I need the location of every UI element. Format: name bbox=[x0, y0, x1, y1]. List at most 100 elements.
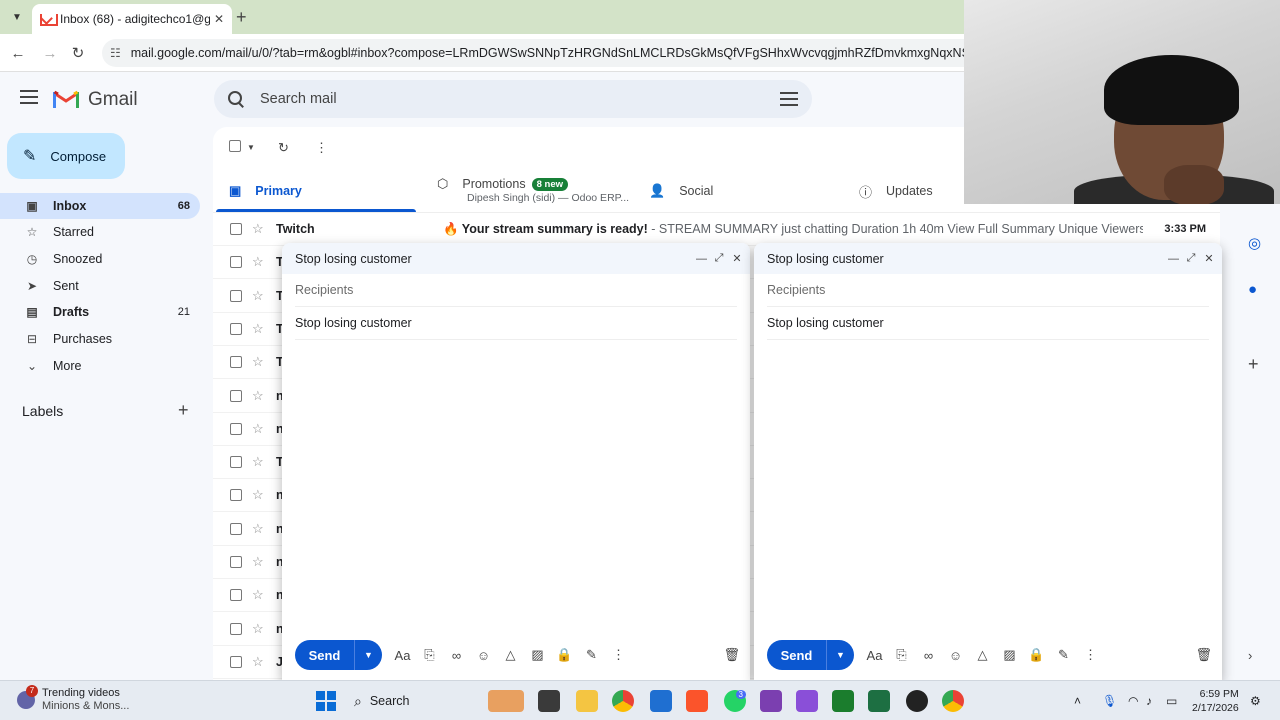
drive-icon[interactable]: △ bbox=[974, 647, 991, 663]
row-checkbox[interactable] bbox=[230, 256, 242, 269]
star-icon[interactable]: ☆ bbox=[252, 554, 264, 570]
row-checkbox[interactable] bbox=[230, 322, 242, 335]
row-checkbox[interactable] bbox=[230, 489, 242, 502]
formatting-icon[interactable]: Aa bbox=[394, 648, 411, 663]
reload-icon[interactable]: ↻ bbox=[68, 43, 88, 63]
back-icon[interactable]: ← bbox=[8, 43, 28, 63]
more-options-icon[interactable]: ⋮ bbox=[610, 647, 627, 663]
star-icon[interactable]: ☆ bbox=[252, 621, 264, 637]
file-explorer-dark-icon[interactable] bbox=[538, 690, 560, 712]
close-tab-icon[interactable]: ✕ bbox=[214, 12, 224, 26]
microphone-icon[interactable]: 🎙 bbox=[1102, 694, 1117, 708]
signature-icon[interactable]: ✎ bbox=[583, 647, 600, 663]
row-checkbox[interactable] bbox=[230, 389, 242, 402]
recipients-field[interactable]: Recipients bbox=[767, 274, 1209, 307]
create-label-icon[interactable]: + bbox=[178, 400, 189, 421]
row-checkbox[interactable] bbox=[230, 289, 242, 302]
search-options-icon[interactable] bbox=[780, 92, 798, 106]
more-options-icon[interactable]: ⋮ bbox=[1082, 647, 1099, 663]
clipchamp-icon[interactable] bbox=[796, 690, 818, 712]
link-icon[interactable]: ∞ bbox=[448, 648, 465, 663]
obs-icon[interactable] bbox=[906, 690, 928, 712]
close-icon[interactable]: ✕ bbox=[732, 252, 742, 265]
schedule-send-icon[interactable]: ▼ bbox=[354, 640, 382, 670]
send-button[interactable]: Send bbox=[295, 640, 354, 670]
tasks-icon[interactable]: ◎ bbox=[1248, 234, 1261, 252]
attach-icon[interactable]: ⎘ bbox=[421, 647, 438, 663]
compose-button[interactable]: ✎ Compose bbox=[7, 133, 125, 179]
star-icon[interactable]: ☆ bbox=[252, 288, 264, 304]
star-icon[interactable]: ☆ bbox=[252, 254, 264, 270]
more-vert-icon[interactable]: ⋮ bbox=[315, 140, 328, 156]
tray-overflow-icon[interactable]: ˄ bbox=[1074, 694, 1081, 708]
chrome-icon[interactable] bbox=[612, 690, 634, 712]
sidebar-item-more[interactable]: ⌄ More bbox=[0, 353, 200, 379]
folder-icon[interactable] bbox=[576, 690, 598, 712]
email-row[interactable]: ☆ Twitch 🔥 Your stream summary is ready! -… bbox=[213, 213, 1220, 246]
search-icon[interactable] bbox=[228, 91, 244, 107]
main-menu-icon[interactable] bbox=[20, 90, 38, 104]
system-clock[interactable]: 6:59 PM 2/17/2026 bbox=[1192, 687, 1239, 715]
tab-updates[interactable]: ⓘ Updates bbox=[859, 169, 933, 213]
excel-icon[interactable] bbox=[868, 690, 890, 712]
row-checkbox[interactable] bbox=[230, 223, 242, 235]
star-icon[interactable]: ☆ bbox=[252, 321, 264, 337]
star-icon[interactable]: ☆ bbox=[252, 521, 264, 537]
search-input[interactable]: Search mail bbox=[260, 91, 780, 107]
drive-icon[interactable]: △ bbox=[502, 647, 519, 663]
notifications-icon[interactable]: ⚙ bbox=[1250, 694, 1261, 708]
emoji-icon[interactable]: ☺ bbox=[475, 648, 492, 663]
star-icon[interactable]: ☆ bbox=[252, 221, 264, 237]
forward-icon[interactable]: → bbox=[40, 43, 60, 63]
sidebar-item-starred[interactable]: ☆ Starred bbox=[0, 219, 200, 245]
lock-icon[interactable]: 🔒 bbox=[1028, 647, 1045, 663]
link-icon[interactable]: ∞ bbox=[920, 648, 937, 663]
star-icon[interactable]: ☆ bbox=[252, 587, 264, 603]
star-icon[interactable]: ☆ bbox=[252, 354, 264, 370]
discard-draft-icon[interactable]: 🗑 bbox=[723, 647, 740, 663]
store-icon[interactable] bbox=[650, 690, 672, 712]
star-icon[interactable]: ☆ bbox=[252, 421, 264, 437]
app-purple-icon[interactable] bbox=[760, 690, 782, 712]
volume-icon[interactable]: ♪ bbox=[1146, 694, 1152, 708]
row-checkbox[interactable] bbox=[230, 589, 242, 602]
row-checkbox[interactable] bbox=[230, 655, 242, 668]
wifi-icon[interactable]: ◠ bbox=[1128, 694, 1138, 708]
search-highlight-icon[interactable] bbox=[488, 690, 524, 712]
subject-field[interactable]: Stop losing customer bbox=[295, 307, 737, 340]
message-body[interactable] bbox=[767, 353, 1209, 630]
lock-icon[interactable]: 🔒 bbox=[556, 647, 573, 663]
minimize-icon[interactable]: — bbox=[696, 253, 707, 265]
sidebar-item-purchases[interactable]: ⊟ Purchases bbox=[0, 326, 200, 352]
star-icon[interactable]: ☆ bbox=[252, 654, 264, 670]
tab-list-button[interactable]: ▼ bbox=[6, 6, 28, 28]
sidebar-item-snoozed[interactable]: ◷ Snoozed bbox=[0, 246, 200, 272]
row-checkbox[interactable] bbox=[230, 456, 242, 469]
chevron-right-icon[interactable]: › bbox=[1248, 648, 1252, 663]
photo-icon[interactable]: ▨ bbox=[1001, 647, 1018, 663]
star-icon[interactable]: ☆ bbox=[252, 454, 264, 470]
whatsapp-icon[interactable]: 3 bbox=[724, 690, 746, 712]
row-checkbox[interactable] bbox=[230, 522, 242, 535]
taskbar-search[interactable]: ⌕ Search bbox=[348, 688, 478, 714]
xbox-icon[interactable] bbox=[832, 690, 854, 712]
tab-social[interactable]: 👤 Social bbox=[649, 169, 713, 213]
sidebar-item-sent[interactable]: ➤ Sent bbox=[0, 273, 200, 299]
start-button-icon[interactable] bbox=[316, 691, 336, 711]
row-checkbox[interactable] bbox=[230, 422, 242, 435]
sidebar-item-inbox[interactable]: ▣ Inbox 68 bbox=[0, 193, 200, 219]
new-tab-button[interactable]: + bbox=[236, 7, 247, 28]
formatting-icon[interactable]: Aa bbox=[866, 648, 883, 663]
row-checkbox[interactable] bbox=[230, 356, 242, 369]
chrome-active-icon[interactable] bbox=[942, 690, 964, 712]
contacts-icon[interactable]: ● bbox=[1248, 281, 1257, 298]
tab-primary[interactable]: ▣ Primary bbox=[229, 169, 302, 213]
row-checkbox[interactable] bbox=[230, 622, 242, 635]
browser-tab-inbox[interactable]: Inbox (68) - adigitechco1@gm ✕ bbox=[32, 4, 232, 34]
message-body[interactable] bbox=[295, 353, 737, 630]
add-addon-icon[interactable]: + bbox=[1248, 354, 1259, 375]
discard-draft-icon[interactable]: 🗑 bbox=[1195, 647, 1212, 663]
row-checkbox[interactable] bbox=[230, 556, 242, 568]
recipients-field[interactable]: Recipients bbox=[295, 274, 737, 307]
emoji-icon[interactable]: ☺ bbox=[947, 648, 964, 663]
